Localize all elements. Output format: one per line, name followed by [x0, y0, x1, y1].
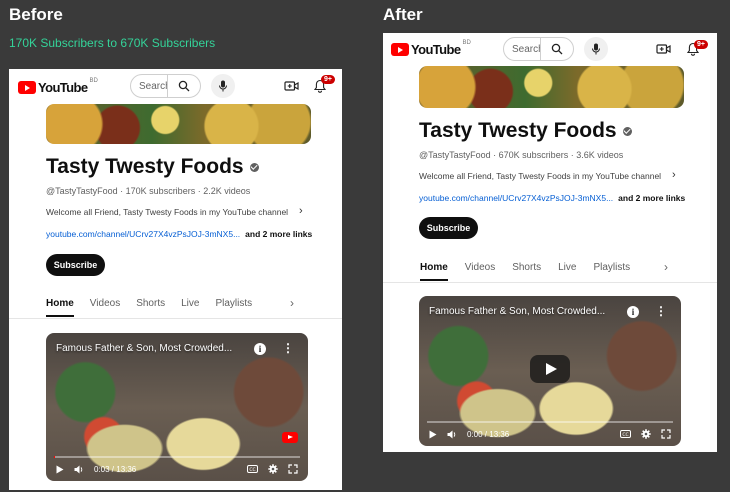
notification-badge: 9+ — [321, 75, 335, 84]
tab-shorts[interactable]: Shorts — [136, 298, 165, 309]
featured-video-player[interactable]: Famous Father & Son, Most Crowded... i ⋮… — [419, 296, 681, 446]
video-time: 0:03 / 13:36 — [94, 464, 137, 474]
create-video-icon — [283, 81, 299, 91]
youtube-watermark-icon — [282, 432, 298, 443]
channel-name: Tasty Twesty Foods — [46, 155, 259, 179]
country-code: BD — [89, 78, 98, 84]
youtube-logo[interactable]: YouTube BD — [18, 78, 98, 95]
microphone-icon — [592, 43, 600, 55]
subscribe-button[interactable]: Subscribe — [46, 254, 105, 276]
channel-meta: @TastyTastyFood · 170K subscribers · 2.2… — [46, 186, 251, 196]
after-heading: After — [383, 5, 423, 24]
country-code: BD — [462, 40, 471, 46]
channel-banner — [419, 66, 684, 108]
svg-text:CC: CC — [249, 467, 255, 473]
video-time: 0:00 / 13:36 — [467, 429, 510, 439]
voice-search-button[interactable] — [211, 74, 235, 98]
voice-search-button[interactable] — [584, 37, 608, 61]
tab-live[interactable]: Live — [558, 262, 576, 273]
channel-name: Tasty Twesty Foods — [419, 119, 632, 143]
channel-tabs: Home Videos Shorts Live Playlists — [420, 262, 630, 281]
video-info-icon[interactable]: i — [254, 343, 266, 355]
subscribe-button[interactable]: Subscribe — [419, 217, 478, 239]
volume-icon[interactable] — [447, 430, 457, 439]
video-progress-fill — [54, 456, 55, 458]
tab-videos[interactable]: Videos — [90, 298, 120, 309]
video-controls: 0:03 / 13:36 CC — [56, 462, 298, 476]
search-icon — [178, 80, 189, 92]
play-icon[interactable] — [429, 430, 437, 439]
channel-meta: @TastyTastyFood · 670K subscribers · 3.6… — [419, 150, 624, 160]
youtube-wordmark: YouTube — [38, 80, 88, 95]
video-controls: 0:00 / 13:36 CC — [429, 427, 671, 441]
play-icon[interactable] — [56, 465, 64, 474]
youtube-logo[interactable]: YouTube BD — [391, 40, 471, 57]
video-more-options-icon[interactable]: ⋮ — [655, 305, 667, 317]
subscriber-growth-caption: 170K Subscribers to 670K Subscribers — [9, 36, 216, 50]
channel-links: youtube.com/channel/UCrv27X4vzPsJOJ-3mNX… — [419, 193, 685, 203]
more-links-link[interactable]: and 2 more links — [618, 193, 685, 203]
channel-url-link[interactable]: youtube.com/channel/UCrv27X4vzPsJOJ-3mNX… — [419, 193, 613, 203]
channel-description[interactable]: Welcome all Friend, Tasty Twesty Foods i… — [419, 171, 666, 181]
tabs-scroll-right-icon[interactable]: › — [664, 260, 668, 274]
video-more-options-icon[interactable]: ⋮ — [282, 342, 294, 354]
channel-name-text: Tasty Twesty Foods — [419, 119, 617, 142]
fullscreen-icon[interactable] — [661, 429, 671, 439]
description-chevron-right-icon[interactable]: › — [299, 205, 303, 217]
tabs-scroll-right-icon[interactable]: › — [290, 296, 294, 310]
settings-gear-icon[interactable] — [268, 464, 278, 474]
channel-tabs: Home Videos Shorts Live Playlists — [46, 298, 252, 317]
channel-description[interactable]: Welcome all Friend, Tasty Twesty Foods i… — [46, 207, 293, 217]
channel-url-link[interactable]: youtube.com/channel/UCrv27X4vzPsJOJ-3mNX… — [46, 229, 240, 239]
search-input[interactable]: Search — [131, 81, 167, 92]
description-chevron-right-icon[interactable]: › — [672, 169, 676, 181]
tab-shorts[interactable]: Shorts — [512, 262, 541, 273]
search-input[interactable]: Search — [504, 44, 540, 55]
featured-video-player[interactable]: Famous Father & Son, Most Crowded... i ⋮… — [46, 333, 308, 481]
tab-home[interactable]: Home — [420, 262, 448, 281]
before-heading: Before — [9, 5, 63, 24]
tabs-divider — [383, 282, 717, 283]
video-info-icon[interactable]: i — [627, 306, 639, 318]
big-play-button[interactable] — [530, 355, 570, 383]
fullscreen-icon[interactable] — [288, 464, 298, 474]
tab-videos[interactable]: Videos — [465, 262, 495, 273]
tab-live[interactable]: Live — [181, 298, 199, 309]
search-button[interactable] — [540, 38, 572, 60]
notification-badge: 9+ — [694, 40, 708, 49]
tab-playlists[interactable]: Playlists — [215, 298, 252, 309]
search-button[interactable] — [167, 75, 199, 97]
verified-badge-icon — [249, 162, 259, 172]
create-button[interactable] — [282, 77, 300, 95]
youtube-play-icon — [391, 43, 409, 56]
search-box[interactable]: Search — [503, 37, 574, 61]
channel-name-text: Tasty Twesty Foods — [46, 155, 244, 178]
captions-icon[interactable]: CC — [247, 465, 258, 473]
tabs-divider — [9, 318, 342, 319]
channel-links: youtube.com/channel/UCrv27X4vzPsJOJ-3mNX… — [46, 229, 312, 239]
more-links-link[interactable]: and 2 more links — [245, 229, 312, 239]
video-progress-bar[interactable] — [54, 456, 300, 458]
youtube-play-icon — [18, 81, 36, 94]
youtube-wordmark: YouTube — [411, 42, 461, 57]
volume-icon[interactable] — [74, 465, 84, 474]
microphone-icon — [219, 80, 227, 92]
captions-icon[interactable]: CC — [620, 430, 631, 438]
after-screenshot: YouTube BD Search 9+ Tasty Twesty Foods … — [383, 33, 717, 452]
create-button[interactable] — [654, 40, 672, 58]
verified-badge-icon — [622, 126, 632, 136]
video-title[interactable]: Famous Father & Son, Most Crowded... — [56, 343, 232, 354]
settings-gear-icon[interactable] — [641, 429, 651, 439]
video-progress-bar[interactable] — [427, 421, 673, 423]
channel-banner — [46, 104, 311, 144]
search-icon — [551, 43, 562, 55]
search-box[interactable]: Search — [130, 74, 201, 98]
svg-text:CC: CC — [622, 432, 628, 438]
tab-home[interactable]: Home — [46, 298, 74, 317]
before-screenshot: YouTube BD Search 9+ Tasty Twesty Foods … — [9, 69, 342, 490]
tab-playlists[interactable]: Playlists — [593, 262, 630, 273]
create-video-icon — [655, 44, 671, 54]
video-title[interactable]: Famous Father & Son, Most Crowded... — [429, 306, 605, 317]
